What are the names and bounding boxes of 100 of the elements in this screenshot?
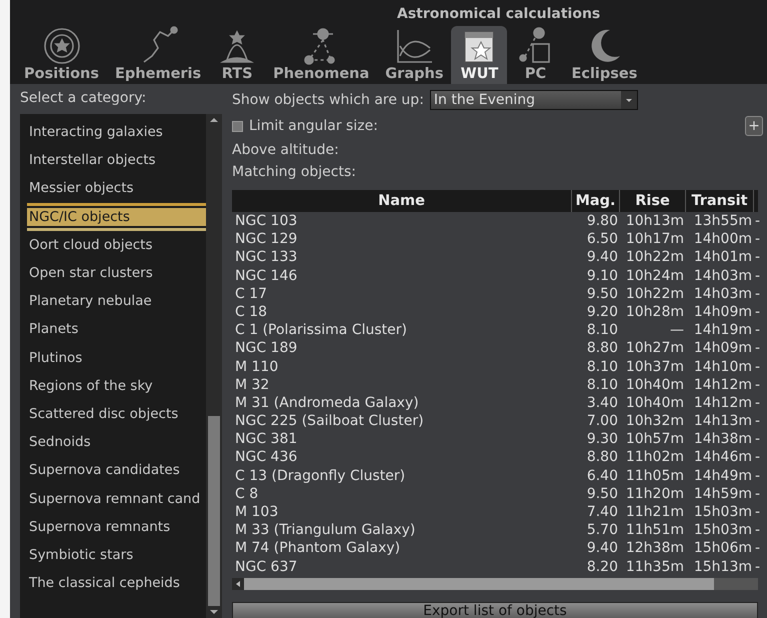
table-cell-text: NGC 189 xyxy=(234,339,298,358)
category-item[interactable]: Supernova remnant cand xyxy=(20,484,206,513)
category-item[interactable]: Interacting galaxies xyxy=(20,118,206,146)
column-header[interactable]: Mag. xyxy=(572,190,620,212)
table-cell-text: 5.70 xyxy=(586,521,619,540)
category-item[interactable]: Supernova candidates xyxy=(20,456,206,484)
table-cell-text: C 17 xyxy=(234,284,268,303)
table-cell-text: - xyxy=(754,302,761,322)
category-item[interactable]: Planetary nebulae xyxy=(20,287,206,316)
table-cell-text: NGC 637 xyxy=(234,558,298,576)
table-cell-text: 14h09m xyxy=(692,302,753,322)
table-cell-text: - xyxy=(754,230,761,248)
table-cell-text: NGC 381 xyxy=(234,430,298,448)
table-cell-text: - xyxy=(754,394,761,412)
category-item[interactable]: Supernova remnants xyxy=(20,512,206,541)
table-cell-text: 8.10 xyxy=(586,376,619,394)
table-cell-text: NGC 129 xyxy=(234,230,298,248)
table-cell-text: 15h03m xyxy=(692,503,753,522)
category-item[interactable]: Oort cloud objects xyxy=(20,230,206,259)
caret-icon xyxy=(620,91,637,109)
table-cell-text: 15h03m xyxy=(692,521,753,540)
table-cell-text: - xyxy=(754,376,761,394)
table-cell-text: 11h35m xyxy=(624,558,685,576)
scrollbar[interactable] xyxy=(206,114,222,618)
table-cell-text: 10h22m xyxy=(624,248,685,267)
tab[interactable]: Graphs xyxy=(377,26,452,84)
category-item[interactable]: The classical cepheids xyxy=(20,569,206,598)
tab[interactable]: PC xyxy=(507,26,564,84)
column-header[interactable]: Transit xyxy=(686,190,754,212)
table-cell-text: — xyxy=(669,321,685,340)
table-cell-text: 14h13m xyxy=(692,412,753,430)
tab[interactable]: Eclipses xyxy=(563,26,646,84)
table-cell-text: 9.50 xyxy=(586,284,619,303)
table-cell-text: 10h24m xyxy=(624,266,685,285)
table-cell-text: 9.20 xyxy=(586,302,619,322)
tab[interactable]: WUT xyxy=(451,26,508,84)
table-cell-text: - xyxy=(754,358,761,376)
table-cell-text: 14h01m xyxy=(692,248,753,267)
table-cell-text: C 13 (Dragonfly Cluster) xyxy=(234,466,406,485)
tab[interactable]: Phenomena xyxy=(265,26,378,84)
table-cell-text: 14h10m xyxy=(692,358,753,376)
table-cell-text: - xyxy=(754,248,761,267)
table-cell-text: 3.40 xyxy=(586,394,619,412)
table-cell-text: 15h06m xyxy=(692,539,753,558)
table-cell-text: - xyxy=(754,430,761,448)
table-cell-text: 10h57m xyxy=(624,430,685,448)
category-item[interactable]: Sednoids xyxy=(20,428,206,456)
table-cell-text: 9.50 xyxy=(586,484,619,503)
scroll-left-icon[interactable] xyxy=(232,578,244,590)
table-cell-text: 14h03m xyxy=(692,284,753,303)
add-button[interactable]: + xyxy=(745,116,763,136)
column-header[interactable]: Rise xyxy=(620,190,686,212)
tab[interactable]: Positions xyxy=(16,26,108,84)
table-cell-text: 7.00 xyxy=(586,412,619,430)
table-cell-text: 9.40 xyxy=(586,248,619,267)
category-item[interactable]: Planets xyxy=(20,315,206,344)
tab[interactable]: RTS xyxy=(209,26,266,84)
export-button[interactable]: Export list of objects xyxy=(232,602,758,618)
table-cell-text: 14h00m xyxy=(692,230,753,248)
category-item[interactable]: Open star clusters xyxy=(20,258,206,288)
limit-checkbox[interactable] xyxy=(232,120,243,132)
table-cell-text: 9.40 xyxy=(586,539,619,558)
category-item[interactable]: Regions of the sky xyxy=(20,372,206,400)
table-cell-text: - xyxy=(754,558,761,576)
tab[interactable]: Ephemeris xyxy=(107,26,210,84)
table-cell-text: 8.20 xyxy=(586,558,619,576)
table-cell-text: - xyxy=(754,412,761,430)
table-cell-text: NGC 436 xyxy=(234,448,298,467)
table-cell-text: 14h49m xyxy=(692,466,753,485)
category-item[interactable]: Messier objects xyxy=(20,174,206,203)
scrollbar-thumb[interactable] xyxy=(208,416,220,606)
table-cell-text: 10h17m xyxy=(624,230,685,248)
category-item[interactable]: Interstellar objects xyxy=(20,146,206,174)
table-cell-text: 8.80 xyxy=(586,339,619,358)
table-cell-text: 9.80 xyxy=(586,212,619,230)
time-dropdown[interactable]: In the Evening xyxy=(430,90,638,110)
table-cell-text: 14h12m xyxy=(692,394,753,412)
table-cell-text: 10h40m xyxy=(624,394,685,412)
table-cell-text: 8.80 xyxy=(586,448,619,467)
window-title: Astronomical calculations xyxy=(396,5,602,22)
table-cell-text: 8.10 xyxy=(586,321,619,340)
table-cell-text: C 1 (Polarissima Cluster) xyxy=(234,321,408,340)
table-cell-text: 7.40 xyxy=(586,503,619,522)
table-cell-text: C 18 xyxy=(234,302,268,322)
table-cell-text: - xyxy=(754,284,761,303)
category-item[interactable]: Plutinos xyxy=(20,344,206,372)
table-cell-text: M 103 xyxy=(234,503,280,522)
table-cell-text: 14h38m xyxy=(692,430,753,448)
category-item[interactable]: Symbiotic stars xyxy=(20,540,206,569)
table-cell-text: 14h19m xyxy=(692,321,753,340)
table-cell-text: NGC 146 xyxy=(234,266,298,285)
table-cell-text: 11h02m xyxy=(624,448,685,467)
table-cell-text: 14h09m xyxy=(692,339,753,358)
category-item[interactable]: NGC/IC objects xyxy=(27,202,206,231)
table-cell-text: 11h05m xyxy=(624,466,685,485)
table-cell-text: 14h59m xyxy=(692,484,753,503)
category-item[interactable]: Scattered disc objects xyxy=(20,400,206,428)
table-cell-text: - xyxy=(754,466,761,485)
column-header[interactable]: Name xyxy=(232,190,572,212)
altitude-label: Above altitude: xyxy=(232,142,339,158)
